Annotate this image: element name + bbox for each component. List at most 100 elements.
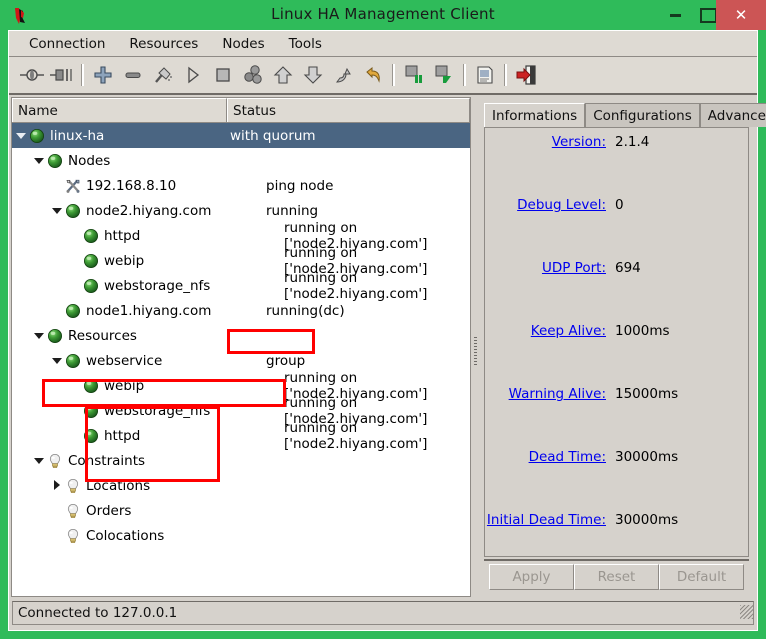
document-icon[interactable]: [470, 60, 500, 90]
info-label-link[interactable]: Keep Alive:: [531, 323, 606, 339]
undo-icon[interactable]: [358, 60, 388, 90]
tab-advanced[interactable]: Advanced: [699, 103, 766, 127]
tree-expander-down-icon[interactable]: [33, 454, 46, 467]
toolbar-separator: [81, 64, 84, 86]
tree-row-label: webservice: [86, 352, 163, 369]
tree-column-headers: Name Status: [12, 98, 470, 123]
menu-nodes[interactable]: Nodes: [212, 34, 274, 54]
info-value: 694: [615, 260, 641, 276]
tree-row-label: webstorage_nfs: [104, 402, 211, 419]
tree-row-status: with quorum: [230, 127, 316, 144]
info-row: Keep Alive: 1000ms: [485, 317, 748, 380]
toolbar-separator: [504, 64, 507, 86]
close-button[interactable]: ✕: [716, 0, 766, 30]
add-icon[interactable]: [88, 60, 118, 90]
tree-row-name-cell: Resources: [12, 327, 248, 345]
move-up-icon[interactable]: [268, 60, 298, 90]
exit-icon[interactable]: [511, 60, 541, 90]
refresh-icon[interactable]: [328, 60, 358, 90]
column-header-status[interactable]: Status: [227, 98, 470, 122]
default-button: Default: [659, 564, 744, 590]
tree-row[interactable]: Colocations: [12, 523, 470, 548]
tree-row-name-cell: Locations: [12, 477, 266, 495]
title-bar: Linux HA Management Client ✕: [0, 0, 766, 30]
info-label-link[interactable]: Initial Dead Time:: [487, 512, 606, 528]
tree-expander-down-icon[interactable]: [51, 354, 64, 367]
info-label-link[interactable]: Version:: [552, 134, 606, 150]
info-label-link[interactable]: UDP Port:: [542, 260, 606, 276]
menu-tools[interactable]: Tools: [279, 34, 332, 54]
tree-row-label: Orders: [86, 502, 132, 519]
tab-configurations[interactable]: Configurations: [585, 103, 700, 127]
tree-row[interactable]: node1.hiyang.com running(dc): [12, 298, 470, 323]
bulb-icon: [64, 477, 82, 495]
tree-row-status: group: [266, 352, 306, 369]
details-tabstrip: InformationsConfigurationsAdvanced: [484, 101, 766, 127]
tools-icon: [64, 177, 82, 195]
tree-row[interactable]: Constraints: [12, 448, 470, 473]
tree-row-name-cell: webstorage_nfs: [12, 402, 284, 420]
info-label-link[interactable]: Dead Time:: [529, 449, 606, 465]
tree-row-name-cell: webip: [12, 377, 284, 395]
connect-icon[interactable]: [17, 60, 47, 90]
standby-icon[interactable]: [399, 60, 429, 90]
green-ball-icon: [28, 127, 46, 145]
tree-row-name-cell: webservice: [12, 352, 266, 370]
tree-row-label: node1.hiyang.com: [86, 302, 212, 319]
stop-icon[interactable]: [208, 60, 238, 90]
tree-row-name-cell: webstorage_nfs: [12, 277, 284, 295]
remove-icon[interactable]: [118, 60, 148, 90]
tree-row-status: running on ['node2.hiyang.com']: [284, 269, 428, 302]
tree-row-label: Colocations: [86, 527, 165, 544]
tree-row-label: webip: [104, 377, 145, 394]
migrate-icon[interactable]: [238, 60, 268, 90]
move-down-icon[interactable]: [298, 60, 328, 90]
bulb-icon: [64, 527, 82, 545]
info-label-link[interactable]: Debug Level:: [517, 197, 606, 213]
green-ball-icon: [64, 302, 82, 320]
info-value: 30000ms: [615, 512, 679, 528]
column-header-name[interactable]: Name: [12, 98, 227, 122]
tree-twisty-placeholder: [51, 179, 64, 192]
info-label-link[interactable]: Warning Alive:: [509, 386, 606, 402]
cleanup-icon[interactable]: [148, 60, 178, 90]
info-row: UDP Port: 694: [485, 254, 748, 317]
menu-resources[interactable]: Resources: [119, 34, 208, 54]
green-ball-icon: [82, 377, 100, 395]
tree-row[interactable]: Locations: [12, 473, 470, 498]
menu-connection[interactable]: Connection: [19, 34, 115, 54]
tree-expander-down-icon[interactable]: [33, 329, 46, 342]
tab-informations[interactable]: Informations: [484, 103, 586, 127]
green-ball-icon: [82, 402, 100, 420]
tree-row[interactable]: Nodes: [12, 148, 470, 173]
tree-row-status: running(dc): [266, 302, 345, 319]
tree-twisty-placeholder: [69, 254, 82, 267]
tree-row-status: running: [266, 202, 319, 219]
tree-twisty-placeholder: [51, 304, 64, 317]
minimize-button[interactable]: [660, 0, 690, 30]
informations-tab-content: Version: 2.1.4 Debug Level: 0 UDP Port: 694 Ke…: [484, 127, 749, 557]
active-icon[interactable]: [429, 60, 459, 90]
status-bar: Connected to 127.0.0.1: [12, 601, 754, 625]
start-icon[interactable]: [178, 60, 208, 90]
tree-row[interactable]: httpd running on ['node2.hiyang.com']: [12, 420, 470, 452]
tree-row[interactable]: Orders: [12, 498, 470, 523]
disconnect-icon[interactable]: [47, 60, 77, 90]
tree-expander-down-icon[interactable]: [51, 204, 64, 217]
tree-row-label: httpd: [104, 427, 141, 444]
tree-expander-down-icon[interactable]: [15, 129, 28, 142]
tree-row[interactable]: Resources: [12, 323, 470, 348]
green-ball-icon: [82, 427, 100, 445]
pane-splitter[interactable]: [472, 97, 480, 597]
tree-twisty-placeholder: [51, 504, 64, 517]
tree-row[interactable]: linux-ha with quorum: [12, 123, 470, 148]
tree-row-name-cell: Nodes: [12, 152, 248, 170]
tree-row[interactable]: webstorage_nfs running on ['node2.hiyang.…: [12, 270, 470, 302]
tree-expander-right-icon[interactable]: [51, 479, 64, 492]
info-value: 30000ms: [615, 449, 679, 465]
resize-grip-icon[interactable]: [740, 605, 754, 619]
tree-expander-down-icon[interactable]: [33, 154, 46, 167]
tree-row[interactable]: 192.168.8.10 ping node: [12, 173, 470, 198]
tree-twisty-placeholder: [69, 229, 82, 242]
tree-row-label: Locations: [86, 477, 151, 494]
